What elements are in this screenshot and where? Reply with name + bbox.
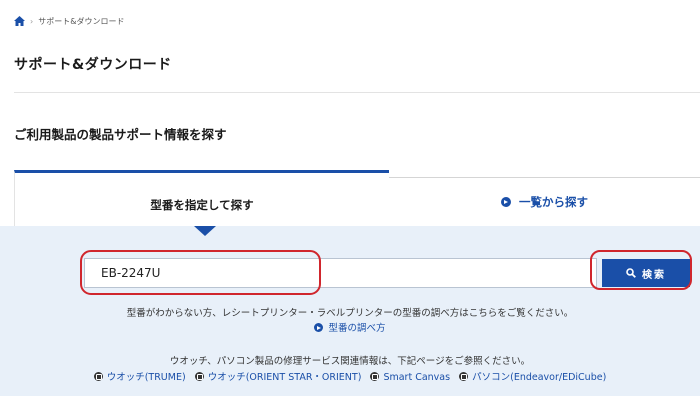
repair-link-pc[interactable]: パソコン(Endeavor/EDiCube) <box>459 372 606 383</box>
external-link-icon <box>194 372 204 381</box>
repair-link-trume[interactable]: ウオッチ(TRUME) <box>93 372 186 383</box>
tab-bar: 型番を指定して探す 一覧から探す <box>0 168 700 226</box>
breadcrumb: › サポート&ダウンロード <box>14 14 124 28</box>
repair-text: ウオッチ、パソコン製品の修理サービス関連情報は、下記ページをご参照ください。 <box>169 356 531 367</box>
breadcrumb-current: サポート&ダウンロード <box>38 16 125 26</box>
tab-model-number[interactable]: 型番を指定して探す <box>14 170 389 226</box>
section-title: ご利用製品の製品サポート情報を探す <box>14 127 227 142</box>
repair-link-orient[interactable]: ウオッチ(ORIENT STAR・ORIENT) <box>194 372 361 383</box>
external-link-icon <box>459 372 469 381</box>
external-link-icon <box>93 372 103 381</box>
highlight-search-button <box>590 250 692 290</box>
repair-link-smart-canvas[interactable]: Smart Canvas <box>370 372 450 383</box>
divider <box>14 92 700 93</box>
help-text: 型番がわからない方、レシートプリンター・ラベルプリンターの型番の調べ方はこちらを… <box>126 308 574 319</box>
page-title: サポート&ダウンロード <box>14 57 172 73</box>
model-lookup-link[interactable]: 型番の調べ方 <box>328 323 385 334</box>
home-icon[interactable] <box>14 16 25 26</box>
circle-arrow-icon <box>501 197 511 207</box>
circle-arrow-icon <box>314 323 324 332</box>
tab-list[interactable]: 一覧から探す <box>389 177 700 226</box>
help-link-row: 型番の調べ方 <box>0 320 700 334</box>
active-tab-pointer <box>194 226 216 236</box>
breadcrumb-separator: › <box>30 16 34 26</box>
repair-links: ウオッチ(TRUME) ウオッチ(ORIENT STAR・ORIENT) Sma… <box>0 369 700 383</box>
tab-list-label: 一覧から探す <box>519 195 588 209</box>
external-link-icon <box>370 372 380 381</box>
highlight-search-input <box>80 250 321 295</box>
tab-model-number-label: 型番を指定して探す <box>150 198 254 212</box>
